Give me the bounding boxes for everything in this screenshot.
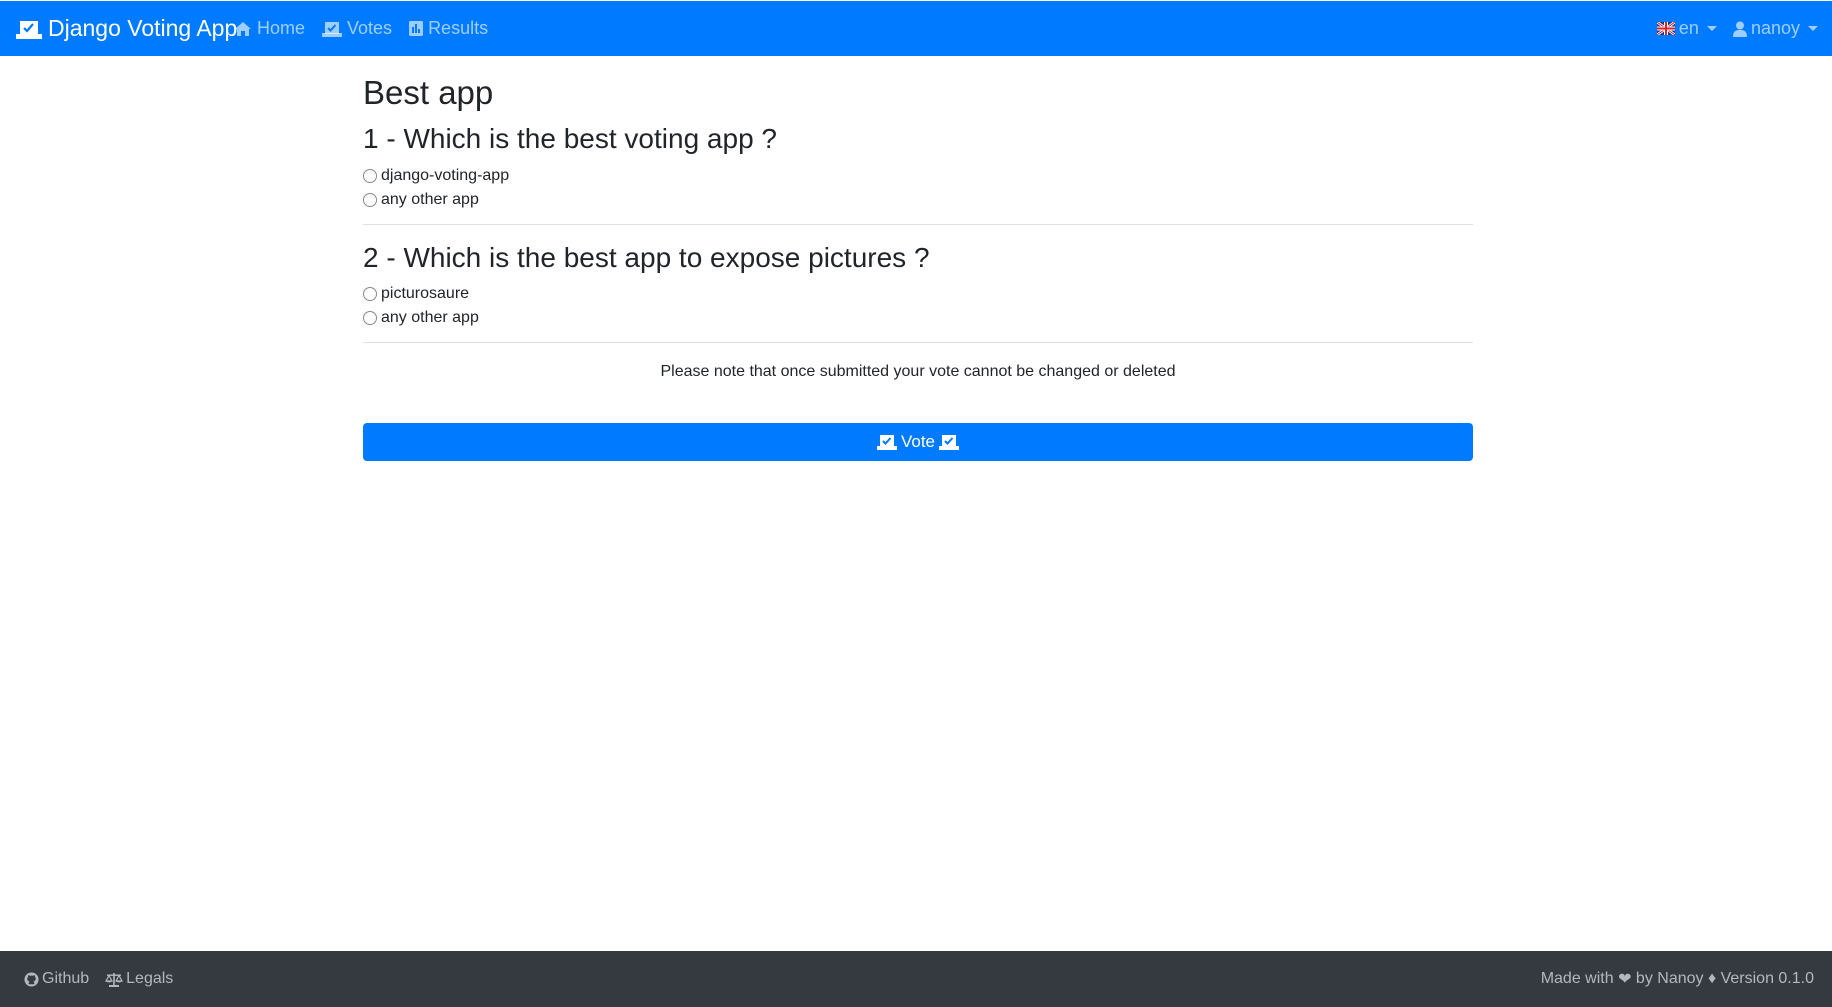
choice-option[interactable]: any other app	[363, 188, 1473, 212]
github-label: Github	[42, 970, 90, 987]
page-title: Best app	[363, 74, 494, 111]
github-icon	[24, 971, 39, 987]
nav-links: Home Votes Results	[234, 1, 505, 56]
vote-button-label: Vote	[900, 432, 936, 452]
choice-label: any other app	[381, 190, 479, 208]
legals-link[interactable]: Legals	[105, 970, 173, 988]
vote-yea-icon	[939, 434, 960, 451]
vote-button[interactable]: Vote	[363, 423, 1473, 462]
question-2: 2 - Which is the best app to expose pict…	[363, 241, 1473, 344]
user-dropdown[interactable]: nanoy	[1732, 18, 1818, 39]
choice-list: django-voting-app any other app	[363, 164, 1473, 212]
vote-notice: Please note that once submitted your vot…	[660, 363, 1176, 381]
choice-list: picturosaure any other app	[363, 282, 1473, 330]
version-text: Version 0.1.0	[1720, 970, 1814, 987]
footer-credits: Made with ❤ by Nanoy ♦ Version 0.1.0	[1541, 951, 1814, 1007]
diamond-separator: ♦	[1707, 970, 1717, 987]
radio-button[interactable]	[363, 168, 377, 183]
vote-yea-icon	[16, 19, 42, 39]
question-title: 2 - Which is the best app to expose pict…	[363, 241, 930, 273]
question-title: 1 - Which is the best voting app ?	[363, 122, 777, 154]
heart-icon: ❤	[1618, 971, 1632, 988]
uk-flag-icon	[1656, 22, 1675, 35]
poll-icon	[409, 21, 424, 36]
made-with-text: Made with	[1540, 970, 1614, 987]
poll-form: Best app 1 - Which is the best voting ap…	[363, 56, 1473, 462]
nav-right: en nanoy	[1641, 1, 1818, 56]
nav-votes-label: Votes	[347, 18, 393, 38]
choice-option[interactable]: any other app	[363, 306, 1473, 330]
navbar: Django Voting App Home Votes Results en …	[0, 1, 1832, 56]
footer-links: Github Legals	[24, 951, 189, 1007]
vote-yea-icon	[876, 434, 897, 451]
nav-home-label: Home	[257, 18, 306, 38]
radio-button[interactable]	[363, 287, 377, 302]
user-icon	[1732, 21, 1747, 37]
divider	[363, 342, 1473, 344]
home-icon	[234, 21, 252, 37]
choice-option[interactable]: django-voting-app	[363, 164, 1473, 188]
brand-link[interactable]: Django Voting App	[16, 1, 237, 56]
footer: Github Legals Made with ❤ by Nanoy ♦ Ver…	[0, 951, 1832, 1007]
nav-results-label: Results	[428, 18, 489, 38]
user-label: nanoy	[1750, 18, 1800, 38]
radio-button[interactable]	[363, 192, 377, 207]
radio-button[interactable]	[363, 311, 377, 326]
brand-label: Django Voting App	[48, 15, 238, 41]
author-text: by Nanoy	[1635, 970, 1704, 987]
caret-down-icon	[1706, 26, 1717, 31]
legals-label: Legals	[126, 970, 174, 987]
language-dropdown[interactable]: en	[1656, 18, 1717, 39]
nav-votes[interactable]: Votes	[322, 18, 392, 39]
choice-label: any other app	[381, 309, 479, 327]
nav-home[interactable]: Home	[234, 18, 305, 39]
github-link[interactable]: Github	[24, 970, 89, 988]
vote-yea-icon	[322, 21, 343, 37]
language-label: en	[1678, 18, 1699, 38]
choice-label: django-voting-app	[381, 166, 510, 184]
balance-scale-icon	[105, 972, 124, 987]
choice-label: picturosaure	[381, 285, 470, 303]
divider	[363, 223, 1473, 225]
nav-results[interactable]: Results	[409, 18, 488, 39]
caret-down-icon	[1808, 26, 1818, 31]
question-1: 1 - Which is the best voting app ? djang…	[363, 122, 1473, 225]
choice-option[interactable]: picturosaure	[363, 282, 1473, 306]
